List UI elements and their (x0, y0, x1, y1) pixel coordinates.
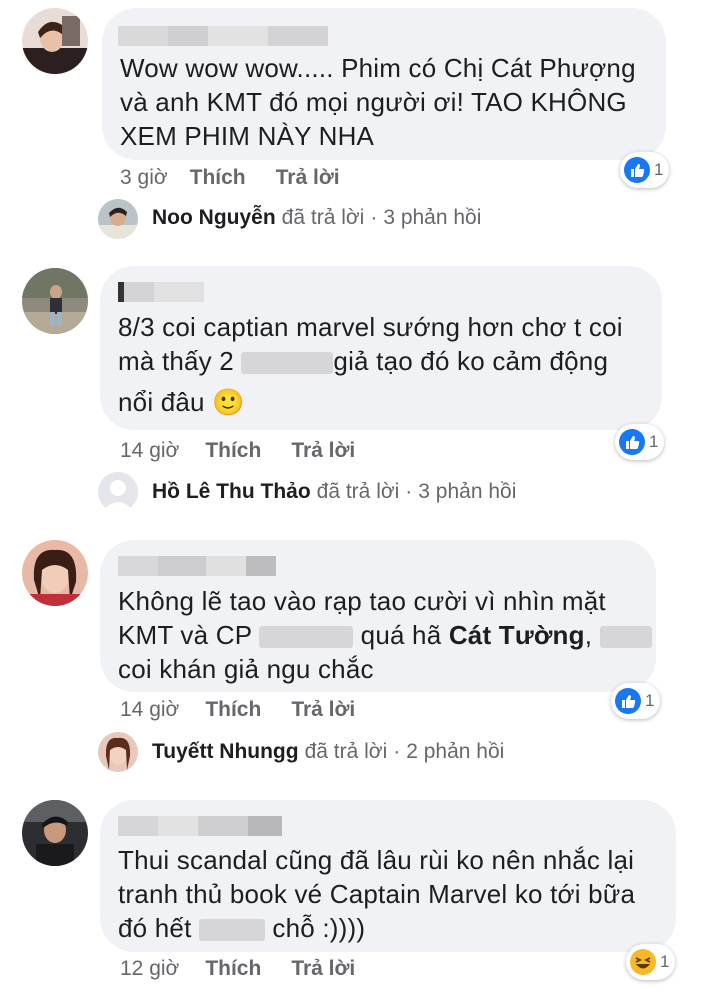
like-icon (615, 688, 641, 714)
default-profile-icon (98, 472, 138, 512)
smiley-emoji: 🙂 (212, 388, 245, 418)
comment-text: Wow wow wow..... Phim có Chị Cát Phượng (120, 53, 636, 83)
comment-text: Thui scandal cũng đã lâu rùi ko nên nhắc… (118, 845, 635, 875)
replier-name: Tuyếtt Nhungg (152, 740, 299, 763)
comment-timestamp[interactable]: 3 giờ (120, 166, 168, 190)
reaction-badge[interactable]: 1 (615, 424, 665, 460)
commenter-avatar[interactable] (22, 8, 88, 74)
commenter-avatar[interactable] (22, 540, 88, 606)
view-replies-link[interactable]: Tuyếtt Nhungg đã trả lời · 2 phản hồi (152, 740, 504, 764)
replier-name: Hồ Lê Thu Thảo (152, 480, 311, 503)
comment-actions: 14 giờ Thích Trả lời (120, 698, 355, 722)
redacted-commenter-name (118, 556, 276, 576)
comment-text: mà thấy 2 giả tạo đó ko cảm động (118, 346, 609, 376)
comment-text: tranh thủ book vé Captain Marvel ko tới … (118, 879, 636, 909)
commenter-avatar[interactable] (22, 800, 88, 866)
reply-count: 2 phản hồi (406, 740, 505, 763)
comment-text: 8/3 coi captian marvel sướng hơn chơ t c… (118, 312, 623, 342)
comment-actions: 14 giờ Thích Trả lời (120, 439, 355, 463)
redacted-word (259, 626, 354, 649)
comment-text: XEM PHIM NÀY NHA (120, 121, 375, 151)
view-replies-link[interactable]: Hồ Lê Thu Thảo đã trả lời · 3 phản hồi (152, 480, 516, 504)
reply-button[interactable]: Trả lời (291, 957, 355, 981)
redacted-word (241, 352, 334, 375)
reaction-count: 1 (654, 160, 664, 179)
comment-timestamp[interactable]: 14 giờ (120, 698, 179, 722)
like-button[interactable]: Thích (205, 957, 261, 981)
replier-avatar[interactable] (98, 199, 138, 239)
comment-timestamp[interactable]: 14 giờ (120, 439, 179, 463)
comment-text: coi khán giả ngu chắc (118, 654, 374, 684)
redacted-commenter-name (118, 26, 328, 46)
replier-avatar[interactable] (98, 472, 138, 512)
comment-text: và anh KMT đó mọi người ơi! TAO KHÔNG (120, 87, 627, 117)
comment-text: Không lẽ tao vào rạp tao cười vì nhìn mặ… (118, 586, 606, 616)
comment-actions: 12 giờ Thích Trả lời (120, 957, 355, 981)
reply-button[interactable]: Trả lời (276, 166, 340, 190)
replied-text: đã trả lời (316, 480, 400, 503)
reply-count: 3 phản hồi (418, 480, 517, 503)
separator-dot: · (370, 206, 378, 229)
redacted-commenter-name (118, 816, 282, 836)
reaction-count: 1 (645, 691, 655, 710)
like-icon (619, 429, 645, 455)
comment-text: nổi đâu 🙂 (118, 387, 245, 418)
reaction-count: 1 (649, 432, 659, 451)
redacted-commenter-name (118, 282, 204, 302)
reply-count: 3 phản hồi (383, 206, 482, 229)
like-icon (624, 157, 650, 183)
like-button[interactable]: Thích (205, 698, 261, 722)
commenter-avatar[interactable] (22, 268, 88, 334)
view-replies-link[interactable]: Noo Nguyễn đã trả lời · 3 phản hồi (152, 206, 481, 230)
separator-dot: · (405, 480, 413, 503)
replier-name: Noo Nguyễn (152, 206, 276, 229)
reply-button[interactable]: Trả lời (291, 698, 355, 722)
comment-text: đó hết chỗ :)))) (118, 913, 366, 943)
like-button[interactable]: Thích (205, 439, 261, 463)
comment-timestamp[interactable]: 12 giờ (120, 957, 179, 981)
replied-text: đã trả lời (281, 206, 365, 229)
reaction-badge[interactable]: 1 (626, 944, 676, 980)
comment-text: KMT và CP quá hã Cát Tường, (118, 618, 652, 652)
redacted-word (599, 626, 652, 649)
like-button[interactable]: Thích (190, 166, 246, 190)
replied-text: đã trả lời (304, 740, 388, 763)
reply-button[interactable]: Trả lời (291, 439, 355, 463)
replier-avatar[interactable] (98, 732, 138, 772)
redacted-word (198, 919, 265, 942)
separator-dot: · (393, 740, 401, 763)
reaction-count: 1 (660, 952, 670, 971)
haha-icon (630, 949, 656, 975)
reaction-badge[interactable]: 1 (620, 152, 670, 188)
reaction-badge[interactable]: 1 (611, 683, 661, 719)
comment-actions: 3 giờ Thích Trả lời (120, 166, 340, 190)
